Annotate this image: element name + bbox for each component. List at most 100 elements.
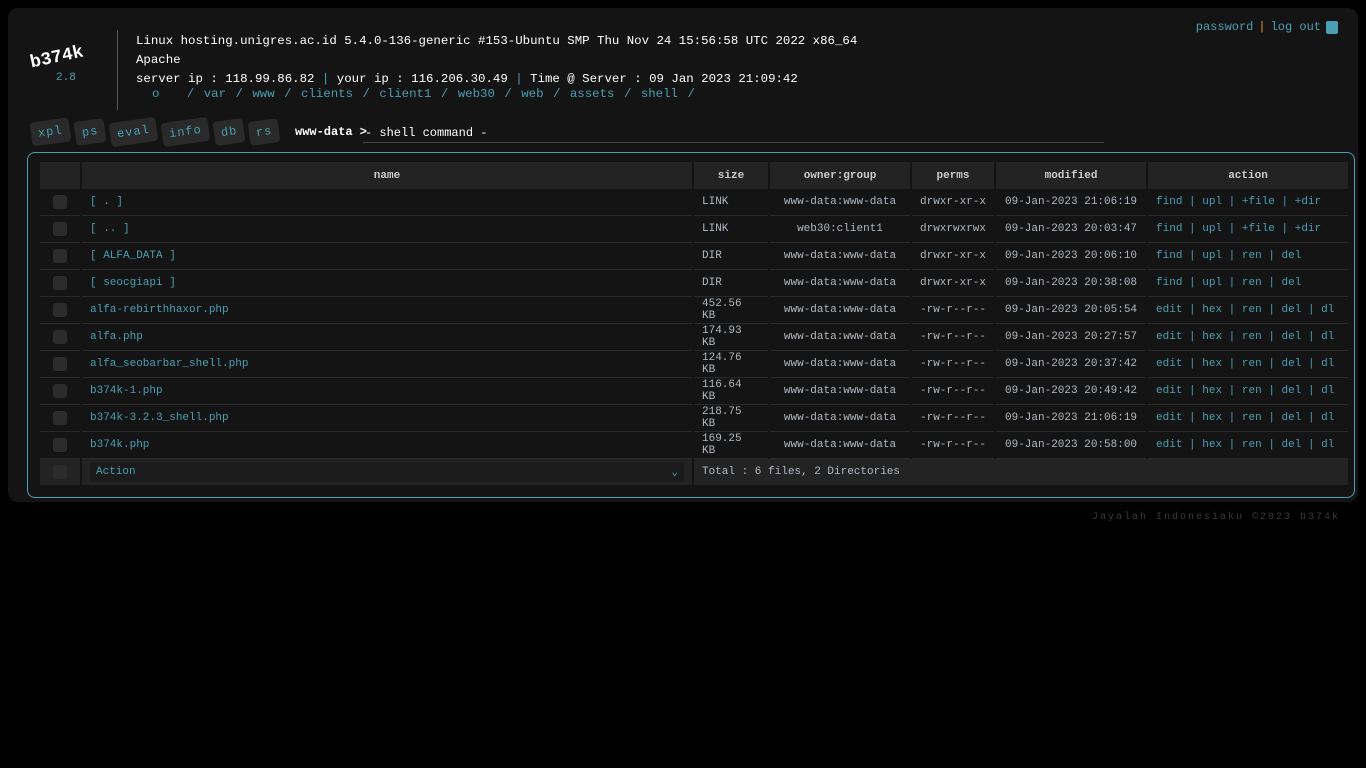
action-upl[interactable]: upl (1202, 277, 1222, 289)
action-dl[interactable]: dl (1321, 331, 1334, 343)
breadcrumb-item[interactable]: shell (641, 87, 678, 101)
breadcrumb-item[interactable]: www (252, 87, 274, 101)
menu-square-icon[interactable] (1326, 20, 1338, 34)
file-name-link[interactable]: b374k-3.2.3_shell.php (90, 412, 229, 424)
action-ren[interactable]: ren (1242, 304, 1262, 316)
action-dl[interactable]: dl (1321, 439, 1334, 451)
breadcrumb-item[interactable]: clients (301, 87, 353, 101)
action-upl[interactable]: upl (1202, 223, 1222, 235)
action-upl[interactable]: upl (1202, 250, 1222, 262)
action-find[interactable]: find (1156, 277, 1182, 289)
action-find[interactable]: find (1156, 223, 1182, 235)
action-del[interactable]: del (1282, 358, 1302, 370)
shell-command-input[interactable] (363, 123, 1104, 143)
action-dl[interactable]: dl (1321, 385, 1334, 397)
select-all-checkbox[interactable] (53, 465, 67, 479)
tab-rs[interactable]: rs (247, 118, 281, 146)
header-owner[interactable]: owner:group (770, 162, 910, 189)
row-checkbox[interactable] (53, 276, 67, 290)
row-checkbox[interactable] (53, 384, 67, 398)
action-add-dir[interactable]: +dir (1295, 196, 1321, 208)
action-add-file[interactable]: +file (1242, 223, 1275, 235)
tab-db[interactable]: db (212, 118, 246, 146)
action-add-file[interactable]: +file (1242, 196, 1275, 208)
file-perms[interactable]: drwxr-xr-x (912, 270, 995, 297)
breadcrumb-item[interactable]: assets (570, 87, 615, 101)
action-edit[interactable]: edit (1156, 304, 1182, 316)
breadcrumb-item[interactable]: web30 (458, 87, 495, 101)
action-hex[interactable]: hex (1202, 304, 1222, 316)
action-del[interactable]: del (1282, 385, 1302, 397)
breadcrumb-item[interactable]: var (204, 87, 226, 101)
action-del[interactable]: del (1282, 304, 1302, 316)
tab-eval[interactable]: eval (108, 116, 159, 148)
action-ren[interactable]: ren (1242, 412, 1262, 424)
action-ren[interactable]: ren (1242, 250, 1262, 262)
file-perms[interactable]: -rw-r--r-- (912, 351, 995, 378)
action-edit[interactable]: edit (1156, 358, 1182, 370)
action-ren[interactable]: ren (1242, 439, 1262, 451)
header-size[interactable]: size (694, 162, 768, 189)
file-name-link[interactable]: alfa-rebirthhaxor.php (90, 304, 229, 316)
header-perms[interactable]: perms (912, 162, 995, 189)
breadcrumb-item[interactable]: web (521, 87, 543, 101)
password-link[interactable]: password (1196, 20, 1254, 34)
action-edit[interactable]: edit (1156, 439, 1182, 451)
header-modified[interactable]: modified (996, 162, 1147, 189)
tab-ps[interactable]: ps (73, 118, 107, 146)
file-name-link[interactable]: alfa.php (90, 331, 143, 343)
action-del[interactable]: del (1282, 250, 1302, 262)
action-dl[interactable]: dl (1321, 304, 1334, 316)
action-del[interactable]: del (1282, 439, 1302, 451)
file-name-link[interactable]: [ .. ] (90, 223, 130, 235)
action-select[interactable]: Action ⌄ (90, 462, 684, 482)
breadcrumb-item[interactable]: o (152, 87, 159, 101)
row-checkbox[interactable] (53, 303, 67, 317)
action-edit[interactable]: edit (1156, 412, 1182, 424)
file-name-link[interactable]: [ seocgiapi ] (90, 277, 176, 289)
file-name-link[interactable]: b374k-1.php (90, 385, 163, 397)
action-edit[interactable]: edit (1156, 385, 1182, 397)
row-checkbox[interactable] (53, 222, 67, 236)
file-perms[interactable]: -rw-r--r-- (912, 324, 995, 351)
row-checkbox[interactable] (53, 438, 67, 452)
action-del[interactable]: del (1282, 331, 1302, 343)
action-hex[interactable]: hex (1202, 412, 1222, 424)
file-name-link[interactable]: alfa_seobarbar_shell.php (90, 358, 248, 370)
file-perms[interactable]: drwxr-xr-x (912, 189, 995, 216)
action-find[interactable]: find (1156, 196, 1182, 208)
file-name-link[interactable]: b374k.php (90, 439, 149, 451)
action-hex[interactable]: hex (1202, 439, 1222, 451)
action-edit[interactable]: edit (1156, 331, 1182, 343)
breadcrumb-item[interactable]: client1 (379, 87, 431, 101)
logout-link[interactable]: log out (1271, 20, 1321, 34)
action-dl[interactable]: dl (1321, 412, 1334, 424)
file-name-link[interactable]: [ . ] (90, 196, 123, 208)
action-upl[interactable]: upl (1202, 196, 1222, 208)
file-perms[interactable]: -rw-r--r-- (912, 378, 995, 405)
row-checkbox[interactable] (53, 249, 67, 263)
file-name-link[interactable]: [ ALFA_DATA ] (90, 250, 176, 262)
file-perms[interactable]: -rw-r--r-- (912, 405, 995, 432)
action-ren[interactable]: ren (1242, 385, 1262, 397)
file-perms[interactable]: drwxrwxrwx (912, 216, 995, 243)
file-perms[interactable]: -rw-r--r-- (912, 432, 995, 459)
action-del[interactable]: del (1282, 277, 1302, 289)
tab-info[interactable]: info (160, 116, 211, 148)
action-add-dir[interactable]: +dir (1295, 223, 1321, 235)
row-checkbox[interactable] (53, 330, 67, 344)
file-perms[interactable]: drwxr-xr-x (912, 243, 995, 270)
action-hex[interactable]: hex (1202, 385, 1222, 397)
action-ren[interactable]: ren (1242, 331, 1262, 343)
action-hex[interactable]: hex (1202, 331, 1222, 343)
tab-xpl[interactable]: xpl (29, 117, 72, 147)
file-perms[interactable]: -rw-r--r-- (912, 297, 995, 324)
header-name[interactable]: name (82, 162, 692, 189)
row-checkbox[interactable] (53, 411, 67, 425)
action-ren[interactable]: ren (1242, 277, 1262, 289)
action-find[interactable]: find (1156, 250, 1182, 262)
action-ren[interactable]: ren (1242, 358, 1262, 370)
action-dl[interactable]: dl (1321, 358, 1334, 370)
row-checkbox[interactable] (53, 357, 67, 371)
action-del[interactable]: del (1282, 412, 1302, 424)
